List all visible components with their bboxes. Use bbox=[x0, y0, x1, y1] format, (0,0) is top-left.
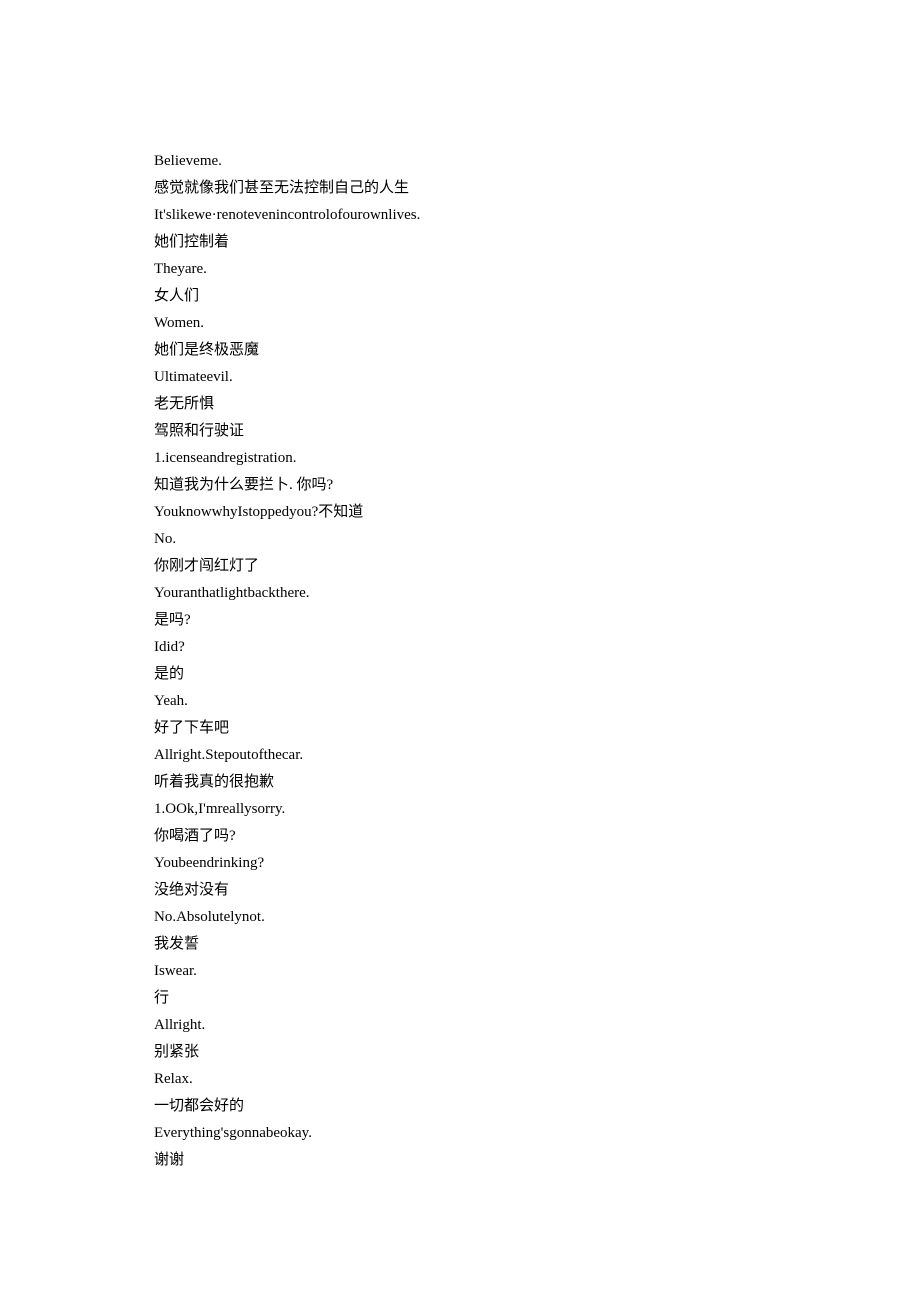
text-line: 她们是终极恶魔 bbox=[154, 343, 920, 358]
text-line: 知道我为什么要拦卜. 你吗? bbox=[154, 478, 920, 493]
text-line: Youranthatlightbackthere. bbox=[154, 586, 920, 601]
text-line: 谢谢 bbox=[154, 1153, 920, 1168]
text-line: 她们控制着 bbox=[154, 235, 920, 250]
text-line: Relax. bbox=[154, 1072, 920, 1087]
text-line: Youbeendrinking? bbox=[154, 856, 920, 871]
text-line: 别紧张 bbox=[154, 1045, 920, 1060]
text-line: Iswear. bbox=[154, 964, 920, 979]
text-line: Theyare. bbox=[154, 262, 920, 277]
text-line: Yeah. bbox=[154, 694, 920, 709]
text-line: Allright. bbox=[154, 1018, 920, 1033]
document-page: Believeme. 感觉就像我们甚至无法控制自己的人生 It'slikewe·… bbox=[0, 0, 920, 1301]
text-line: 是的 bbox=[154, 667, 920, 682]
text-line: Women. bbox=[154, 316, 920, 331]
text-line: Ultimateevil. bbox=[154, 370, 920, 385]
text-line: 行 bbox=[154, 991, 920, 1006]
text-line: No.Absolutelynot. bbox=[154, 910, 920, 925]
text-line: YouknowwhyIstoppedyou?不知道 bbox=[154, 505, 920, 520]
text-line: No. bbox=[154, 532, 920, 547]
text-line: 一切都会好的 bbox=[154, 1099, 920, 1114]
text-line: Believeme. bbox=[154, 154, 920, 169]
text-line: Allright.Stepoutofthecar. bbox=[154, 748, 920, 763]
text-line: 1.OOk,I'mreallysorry. bbox=[154, 802, 920, 817]
text-line: 女人们 bbox=[154, 289, 920, 304]
text-line: 驾照和行驶证 bbox=[154, 424, 920, 439]
text-line: 感觉就像我们甚至无法控制自己的人生 bbox=[154, 181, 920, 196]
text-line: 你喝酒了吗? bbox=[154, 829, 920, 844]
text-line: 没绝对没有 bbox=[154, 883, 920, 898]
text-line: 你刚才闯红灯了 bbox=[154, 559, 920, 574]
text-line: Everything'sgonnabeokay. bbox=[154, 1126, 920, 1141]
text-line: 老无所惧 bbox=[154, 397, 920, 412]
text-line: 听着我真的很抱歉 bbox=[154, 775, 920, 790]
text-line: 好了下车吧 bbox=[154, 721, 920, 736]
text-line: Idid? bbox=[154, 640, 920, 655]
text-line: 是吗? bbox=[154, 613, 920, 628]
text-line: 1.icenseandregistration. bbox=[154, 451, 920, 466]
text-line: It'slikewe·renotevenincontrolofourownliv… bbox=[154, 208, 920, 223]
text-line: 我发誓 bbox=[154, 937, 920, 952]
